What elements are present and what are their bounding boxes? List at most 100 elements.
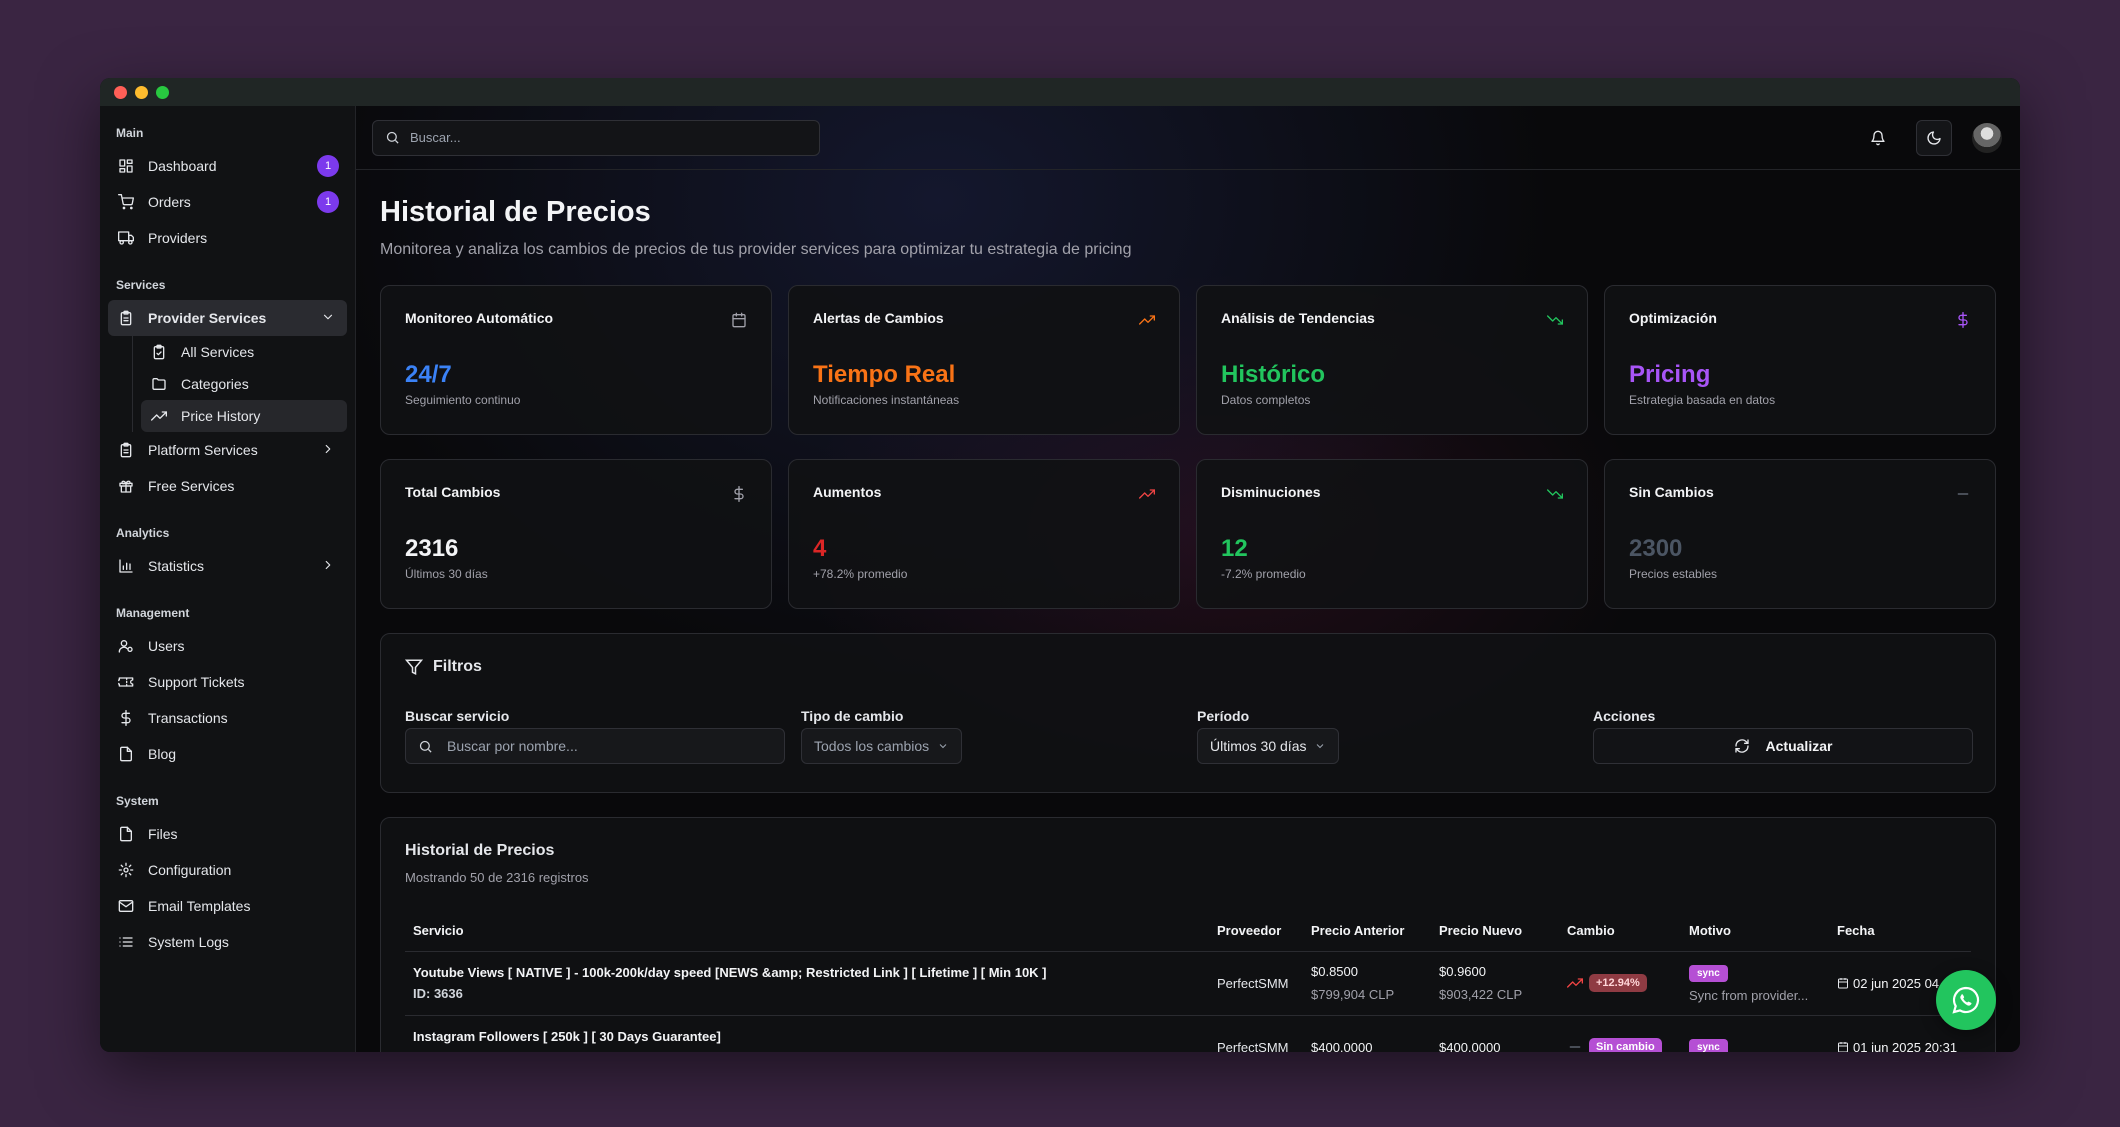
column-header[interactable]: Precio Anterior <box>1303 911 1431 952</box>
sidebar-item-free-services[interactable]: Free Services <box>108 468 347 504</box>
table-row[interactable]: Youtube Views [ NATIVE ] - 100k-200k/day… <box>405 951 1971 1016</box>
sidebar-item-support-tickets[interactable]: Support Tickets <box>108 664 347 700</box>
sidebar-item-all-services[interactable]: All Services <box>141 336 347 368</box>
old-price-clp: $799,904 CLP <box>1311 987 1395 1002</box>
card-value: Tiempo Real <box>813 361 956 388</box>
sidebar-item-transactions[interactable]: Transactions <box>108 700 347 736</box>
avatar[interactable] <box>1972 123 2002 153</box>
refresh-button[interactable]: Actualizar <box>1593 728 1973 764</box>
sidebar-item-label: Files <box>148 826 178 842</box>
clipboard-icon <box>116 308 136 328</box>
column-header[interactable]: Fecha <box>1829 911 1971 952</box>
card-description: -7.2% promedio <box>1221 567 1306 581</box>
sidebar-item-orders[interactable]: Orders 1 <box>108 184 347 220</box>
stat-card-total: Total Cambios 2316 Últimos 30 días <box>380 459 772 609</box>
sidebar-item-providers[interactable]: Providers <box>108 220 347 256</box>
truck-icon <box>116 228 136 248</box>
feature-cards: Monitoreo Automático 24/7 Seguimiento co… <box>380 285 1996 435</box>
change-type-select[interactable]: Todos los cambios <box>801 728 963 764</box>
column-header[interactable]: Proveedor <box>1209 911 1303 952</box>
notification-badge: 1 <box>317 191 339 213</box>
chevron-down-icon <box>1317 744 1324 749</box>
theme-toggle-button[interactable] <box>1916 120 1952 156</box>
sidebar-item-platform-services[interactable]: Platform Services <box>108 432 347 468</box>
main-content: Buscar... Historial de Precios Monitorea… <box>356 106 2020 1052</box>
search-service-input[interactable]: Buscar por nombre... <box>405 728 785 764</box>
sidebar-item-blog[interactable]: Blog <box>108 736 347 772</box>
bell-icon <box>1871 130 1885 146</box>
dashboard-icon <box>116 156 136 176</box>
search-icon <box>386 131 399 144</box>
sidebar-item-label: Users <box>148 638 185 654</box>
table-row[interactable]: Instagram Followers [ 250k ] [ 30 Days G… <box>405 1015 1971 1052</box>
feature-card-trends: Análisis de Tendencias Histórico Datos c… <box>1196 285 1588 435</box>
card-title: Optimización <box>1629 310 1717 326</box>
table-header-row: Servicio Proveedor Precio Anterior Preci… <box>405 911 1971 952</box>
sidebar-item-label: All Services <box>181 344 255 360</box>
maximize-window-button[interactable] <box>156 85 169 99</box>
chevron-down-icon <box>939 744 947 749</box>
calendar-icon <box>1838 1042 1848 1052</box>
sidebar-item-provider-services[interactable]: Provider Services <box>108 300 347 336</box>
provider-services-submenu: All Services Categories Price History <box>132 336 347 432</box>
clipboard-check-icon <box>149 342 169 362</box>
ticket-icon <box>116 672 136 692</box>
filters-panel: Filtros Buscar servicio Buscar por nombr… <box>380 633 1996 793</box>
search-input[interactable]: Buscar... <box>372 119 820 156</box>
sidebar-item-label: Platform Services <box>148 442 258 458</box>
sidebar-item-categories[interactable]: Categories <box>141 368 347 400</box>
notifications-button[interactable] <box>1860 120 1896 156</box>
card-description: Últimos 30 días <box>405 567 488 581</box>
minus-icon <box>1955 486 1971 502</box>
sidebar-item-label: Support Tickets <box>148 674 245 690</box>
page-subtitle: Monitorea y analiza los cambios de preci… <box>380 241 1132 258</box>
sidebar-section-services: Services <box>116 278 166 292</box>
window-titlebar <box>100 78 2020 106</box>
card-title: Monitoreo Automático <box>405 310 554 326</box>
feature-card-monitoring: Monitoreo Automático 24/7 Seguimiento co… <box>380 285 772 435</box>
feature-card-optimization: Optimización Pricing Estrategia basada e… <box>1604 285 1996 435</box>
provider-name: PerfectSMM <box>1209 1015 1303 1052</box>
sidebar-item-email-templates[interactable]: Email Templates <box>108 888 347 924</box>
sidebar-item-system-logs[interactable]: System Logs <box>108 924 347 960</box>
card-title: Análisis de Tendencias <box>1221 310 1375 326</box>
sidebar-item-label: Email Templates <box>148 898 251 914</box>
service-name: Instagram Followers [ 250k ] [ 30 Days G… <box>413 1029 721 1044</box>
trending-down-icon <box>1547 486 1563 502</box>
card-value: 2300 <box>1629 535 1683 562</box>
card-title: Aumentos <box>813 484 882 500</box>
gift-icon <box>116 476 136 496</box>
cart-icon <box>116 192 136 212</box>
column-header[interactable]: Motivo <box>1681 911 1829 952</box>
document-icon <box>116 744 136 764</box>
sidebar-item-users[interactable]: Users <box>108 628 347 664</box>
dollar-icon <box>731 486 747 502</box>
column-header[interactable]: Servicio <box>405 911 1209 952</box>
whatsapp-chat-button[interactable] <box>1936 970 1996 1030</box>
column-header[interactable]: Precio Nuevo <box>1431 911 1559 952</box>
period-select[interactable]: Últimos 30 días <box>1197 728 1340 764</box>
filter-icon <box>405 659 423 675</box>
sidebar-item-statistics[interactable]: Statistics <box>108 548 347 584</box>
column-header[interactable]: Cambio <box>1559 911 1681 952</box>
card-value: 24/7 <box>405 361 452 388</box>
sidebar-item-configuration[interactable]: Configuration <box>108 852 347 888</box>
trending-up-icon <box>1139 312 1155 328</box>
search-icon <box>419 740 432 753</box>
sidebar-item-dashboard[interactable]: Dashboard 1 <box>108 148 347 184</box>
sidebar-item-label: Dashboard <box>148 158 217 174</box>
close-window-button[interactable] <box>114 85 127 99</box>
sidebar-item-price-history[interactable]: Price History <box>141 400 347 432</box>
sidebar-item-files[interactable]: Files <box>108 816 347 852</box>
trending-up-icon <box>1139 486 1155 502</box>
trending-down-icon <box>1547 312 1563 328</box>
price-history-table: Servicio Proveedor Precio Anterior Preci… <box>405 911 1971 1052</box>
card-description: +78.2% promedio <box>813 567 908 581</box>
card-description: Precios estables <box>1629 567 1718 581</box>
change-badge: Sin cambio <box>1589 1038 1662 1052</box>
chevron-right-icon <box>321 558 335 575</box>
minimize-window-button[interactable] <box>135 85 148 99</box>
search-placeholder: Buscar... <box>410 130 461 145</box>
card-title: Sin Cambios <box>1629 484 1714 500</box>
card-description: Estrategia basada en datos <box>1629 393 1776 407</box>
